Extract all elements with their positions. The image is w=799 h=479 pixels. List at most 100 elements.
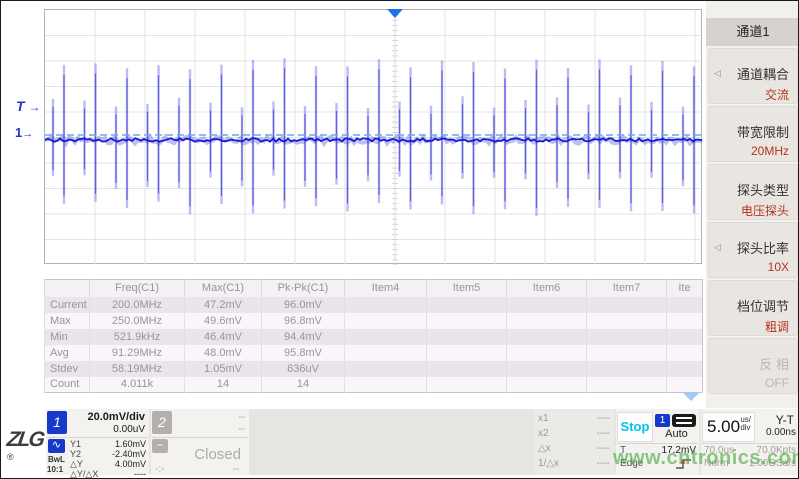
cursor-dydx-row: △Y/△X---- (70, 469, 146, 479)
right-arrow-icon: → (22, 128, 33, 140)
trigger-level-label: T (16, 98, 25, 114)
ch1-scale-readout: 20.0mV/div (88, 411, 145, 423)
stat-row-label: Stdev (45, 361, 90, 377)
measurement-item-header[interactable]: Max(C1) (185, 280, 262, 297)
cursor-y1-row: Y11.60mV (70, 439, 146, 449)
measurement-value-cell (587, 345, 667, 361)
measurement-value-cell (667, 297, 703, 313)
measurement-value-cell (427, 377, 507, 393)
right-arrow-icon: → (28, 100, 40, 114)
stat-row-label: Max (45, 313, 90, 329)
cursor-x2-row: x2---- (538, 428, 610, 439)
measurement-value-cell (345, 313, 427, 329)
trigger-level-value: 17.2mV (662, 445, 696, 456)
ch2-scale-readout: -- (238, 412, 245, 423)
measurement-value-cell: 14 (185, 377, 262, 393)
measurement-value-cell: 250.0MHz (90, 313, 185, 329)
channel1-ground-marker[interactable]: 1→ (15, 125, 33, 140)
menu-item-value: 电压探头 (741, 202, 789, 219)
measurement-item-header[interactable]: Pk-Pk(C1) (262, 280, 345, 297)
measurement-item-header[interactable]: Ite (667, 280, 703, 297)
measurement-value-cell: 46.4mV (185, 329, 262, 345)
channel-menu-sidebar: 通道1 ◁通道耦合交流带宽限制20MHz探头类型电压探头◁探头比率10X档位调节… (706, 1, 799, 408)
timebase-unit: us/div (740, 416, 751, 432)
zlg-logo: ZLG® (7, 428, 45, 471)
measurement-value-cell: 200.0MHz (90, 297, 185, 313)
ch2-ratio-readout: -:- (155, 464, 164, 475)
waveform-plot[interactable] (44, 9, 702, 264)
ch1-offset-readout: 0.00uV (113, 424, 145, 435)
cursor-inv-dx-row: 1/△x---- (538, 458, 610, 469)
cursor-x1-row: x1---- (538, 413, 610, 424)
menu-item-value: OFF (765, 376, 789, 390)
ch2-closed-status: Closed (194, 446, 241, 463)
submenu-left-arrow-icon: ◁ (714, 242, 721, 253)
waveform-svg (45, 10, 703, 265)
measurement-item-header[interactable]: Item6 (507, 280, 587, 297)
table-scroll-down-icon[interactable] (682, 392, 700, 401)
measurement-value-cell (667, 377, 703, 393)
table-row: Min521.9kHz46.4mV94.4mV (45, 329, 703, 345)
measurement-value-cell: 47.2mV (185, 297, 262, 313)
stat-row-label: Current (45, 297, 90, 313)
trigger-delay: 0.00ns (766, 427, 796, 438)
trigger-level-marker[interactable]: T → (16, 98, 40, 114)
measurement-value-cell (667, 345, 703, 361)
measurement-item-header[interactable]: Item5 (427, 280, 507, 297)
measurement-value-cell (507, 297, 587, 313)
bandwidth-limit-flag: BwL (48, 455, 65, 464)
sidebar-item-3[interactable]: 探头类型电压探头 (708, 164, 798, 220)
measurement-item-header[interactable]: Item7 (587, 280, 667, 297)
measurement-value-cell (667, 313, 703, 329)
measurement-value-cell (345, 377, 427, 393)
trigger-position-marker-icon[interactable] (387, 9, 403, 18)
sidebar-item-1[interactable]: ◁通道耦合交流 (708, 48, 798, 104)
time-span: 70.0us (704, 445, 734, 456)
measurement-value-cell (587, 313, 667, 329)
menu-item-label: 带宽限制 (737, 122, 789, 141)
measurement-value-cell (345, 361, 427, 377)
measurement-item-header[interactable]: Item4 (345, 280, 427, 297)
measurement-value-cell: 49.6mV (185, 313, 262, 329)
menu-item-value: 粗调 (765, 318, 789, 335)
run-stop-state[interactable]: Stop (617, 412, 653, 442)
stat-row-label: Avg (45, 345, 90, 361)
measurement-value-cell (667, 361, 703, 377)
channel1-status-panel[interactable]: 1 20.0mV/div 0.00uV ∿ BwL 10:1 Y11.60mV … (46, 409, 149, 475)
oscilloscope-screen: T → 1→ Freq(C1)Max(C1)Pk-Pk(C1)Item4Item… (0, 0, 799, 479)
measurement-value-cell: 95.8mV (262, 345, 345, 361)
trigger-status-panel: Stop 1 Auto T 17.2mV Edge (616, 409, 699, 475)
channel2-status-panel[interactable]: 2 -- -- − Closed -:- -- (151, 409, 249, 475)
measurement-value-cell (587, 361, 667, 377)
menu-item-label: 反 相 (759, 354, 789, 373)
display-mode: Y-T (776, 413, 794, 427)
menu-item-value: 10X (768, 260, 789, 274)
sidebar-item-4[interactable]: ◁探头比率10X (708, 222, 798, 278)
status-bar: ZLG® 1 20.0mV/div 0.00uV ∿ BwL 10:1 Y11.… (1, 408, 799, 478)
probe-ratio-flag: 10:1 (47, 465, 63, 474)
sidebar-item-5[interactable]: 档位调节粗调 (708, 280, 798, 336)
measurement-value-cell (345, 329, 427, 345)
table-row: Count4.011k1414 (45, 377, 703, 393)
measurement-value-cell (427, 297, 507, 313)
table-row: Avg91.29MHz48.0mV95.8mV (45, 345, 703, 361)
menu-item-label: 档位调节 (737, 296, 789, 315)
trigger-mode[interactable]: Auto (654, 428, 699, 440)
cursor-dx-row: △x---- (538, 443, 610, 454)
measurement-value-cell: 48.0mV (185, 345, 262, 361)
measurement-value-cell (427, 313, 507, 329)
measurement-value-cell (427, 361, 507, 377)
measurement-item-header[interactable]: Freq(C1) (90, 280, 185, 297)
rising-edge-icon (675, 458, 693, 470)
timebase-status-panel: 5.00 us/div Y-T 0.00ns 70.0us 70.0Kpts N… (701, 409, 798, 475)
measurement-header-row: Freq(C1)Max(C1)Pk-Pk(C1)Item4Item5Item6I… (45, 280, 703, 297)
menu-item-label: 探头类型 (737, 180, 789, 199)
menu-item-value: 20MHz (751, 144, 789, 158)
trigger-type-label: Edge (620, 458, 643, 469)
timebase-scale[interactable]: 5.00 us/div (702, 412, 755, 442)
sidebar-item-2[interactable]: 带宽限制 20MHz (708, 106, 798, 162)
measurement-value-cell (587, 329, 667, 345)
measurement-value-cell (507, 329, 587, 345)
measurement-value-cell: 96.8mV (262, 313, 345, 329)
sample-rate: 1.00GSa/s (749, 458, 796, 469)
